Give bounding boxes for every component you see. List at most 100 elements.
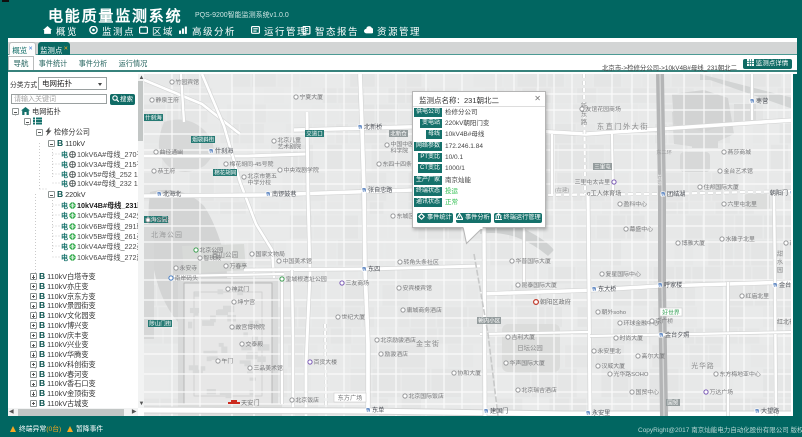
svg-text:静泉王府: 静泉王府	[156, 96, 180, 104]
svg-text:永安寺: 永安寺	[180, 264, 198, 272]
svg-text:园: 园	[777, 267, 783, 274]
svg-text:北京公园: 北京公园	[200, 246, 224, 254]
svg-text:友谊花园商场: 友谊花园商场	[586, 105, 621, 113]
svg-text:北海北: 北海北	[163, 190, 181, 198]
svg-text:北新仓: 北新仓	[390, 130, 407, 138]
svg-text:东单: 东单	[372, 406, 384, 414]
svg-text:金台路: 金台路	[779, 281, 791, 289]
svg-text:华声国际大厦: 华声国际大厦	[510, 359, 545, 367]
svg-text:B: B	[362, 267, 365, 272]
svg-text:B: B	[366, 408, 369, 413]
svg-text:东方广场: 东方广场	[338, 394, 363, 402]
svg-text:红庙北里: 红庙北里	[746, 292, 770, 300]
svg-text:金台艺术馆: 金台艺术馆	[724, 167, 754, 175]
svg-text:北新桥: 北新桥	[364, 123, 382, 131]
svg-text:B: B	[773, 283, 776, 288]
svg-text:朝阳门: 朝阳门	[770, 189, 788, 197]
svg-text:住邦国际大厦: 住邦国际大厦	[704, 183, 739, 191]
svg-text:交泰殿: 交泰殿	[246, 340, 264, 348]
svg-text:光华路: 光华路	[691, 361, 714, 370]
svg-text:中国美术馆: 中国美术馆	[283, 257, 313, 265]
svg-text:万春亭: 万春亭	[230, 262, 248, 270]
svg-text:B: B	[484, 409, 487, 414]
svg-text:国贸: 国贸	[667, 399, 679, 407]
svg-text:科学院: 科学院	[391, 147, 409, 155]
svg-text:棉花胡同: 棉花胡同	[214, 169, 237, 177]
svg-text:竹园宾馆: 竹园宾馆	[176, 78, 200, 86]
svg-text:B: B	[790, 191, 791, 196]
svg-text:东大桥: 东大桥	[598, 285, 616, 293]
svg-text:东二环: 东二环	[656, 148, 672, 156]
svg-text:B: B	[362, 188, 365, 193]
svg-text:红北社: 红北社	[777, 318, 791, 326]
svg-text:朝内小区: 朝内小区	[478, 317, 501, 325]
svg-text:北京儿童: 北京儿童	[278, 136, 302, 144]
svg-text:呼家楼: 呼家楼	[664, 281, 682, 289]
svg-text:好世界: 好世界	[662, 309, 680, 317]
svg-text:B: B	[157, 192, 160, 197]
svg-text:国家文物局: 国家文物局	[256, 250, 286, 258]
svg-text:水碓子北里: 水碓子北里	[726, 235, 756, 243]
svg-text:艺术剧院: 艺术剧院	[278, 143, 302, 151]
svg-text:皇城根遗址公园: 皇城根遗址公园	[286, 275, 327, 283]
svg-text:什刹海: 什刹海	[145, 114, 162, 122]
svg-text:转角头条社区: 转角头条社区	[404, 258, 439, 266]
svg-text:陟山门街: 陟山门街	[149, 320, 172, 328]
svg-text:百货大楼: 百货大楼	[314, 358, 338, 366]
svg-text:甜: 甜	[777, 250, 783, 258]
svg-text:金台夕照: 金台夕照	[665, 331, 689, 339]
svg-text:甜水西园: 甜水西园	[790, 239, 792, 247]
svg-text:燕莎商城: 燕莎商城	[728, 148, 752, 156]
svg-text:高尔大厦: 高尔大厦	[642, 352, 666, 360]
svg-text:三品美术馆: 三品美术馆	[254, 364, 284, 372]
svg-text:B: B	[750, 99, 753, 104]
svg-text:B: B	[209, 149, 212, 154]
svg-text:B: B	[266, 192, 269, 197]
svg-text:o工人体育场: o工人体育场	[587, 190, 621, 198]
svg-text:水: 水	[777, 258, 784, 266]
svg-text:B: B	[658, 283, 661, 288]
svg-text:国贸中心: 国贸中心	[636, 388, 660, 396]
svg-text:东方梅地亚中心: 东方梅地亚中心	[720, 370, 761, 378]
svg-text:六里屯北里: 六里屯北里	[728, 200, 758, 208]
svg-text:复星国际中心: 复星国际中心	[606, 270, 641, 278]
svg-text:汉威大厦: 汉威大厦	[602, 362, 626, 370]
svg-text:盈科中心: 盈科中心	[624, 200, 648, 208]
svg-text:建国门: 建国门	[490, 407, 508, 415]
svg-text:午门: 午门	[222, 357, 234, 365]
svg-text:东直门外大街: 东直门外大街	[597, 122, 649, 131]
svg-text:北京瑞吉酒店: 北京瑞吉酒店	[522, 386, 557, 394]
svg-text:博雅大厦: 博雅大厦	[682, 239, 706, 247]
svg-text:什刹海: 什刹海	[215, 147, 233, 155]
svg-text:北京励骏酒店: 北京励骏酒店	[381, 336, 416, 344]
svg-text:B: B	[358, 125, 361, 130]
svg-text:安宾楼宾馆: 安宾楼宾馆	[403, 284, 433, 292]
svg-text:交道口: 交道口	[306, 130, 323, 138]
svg-text:坤宁宫: 坤宁宫	[238, 298, 256, 306]
svg-text:中学分校: 中学分校	[248, 179, 272, 187]
svg-text:1号线: 1号线	[656, 174, 663, 186]
svg-text:朝阳区政府: 朝阳区政府	[540, 298, 571, 306]
svg-text:三里屯: 三里屯	[594, 163, 611, 171]
svg-text:南岸码头: 南岸码头	[175, 274, 199, 282]
svg-text:吉利大厦: 吉利大厦	[512, 333, 536, 341]
svg-text:神武门: 神武门	[232, 285, 250, 293]
svg-text:智珠殿: 智珠殿	[204, 254, 222, 262]
svg-text:B: B	[661, 192, 664, 197]
svg-text:光华路SOHO: 光华路SOHO	[614, 370, 649, 378]
svg-text:枣营: 枣营	[756, 97, 768, 105]
svg-text:北京市第五: 北京市第五	[248, 172, 278, 180]
svg-text:(在建): (在建)	[555, 186, 570, 194]
svg-text:朝外soho: 朝外soho	[602, 308, 627, 316]
svg-text:故宫博物院: 故宫博物院	[236, 323, 266, 331]
svg-text:中央戏剧学院: 中央戏剧学院	[284, 166, 319, 174]
svg-text:东四: 东四	[368, 265, 380, 273]
svg-text:北京饭店: 北京饭店	[296, 396, 320, 404]
svg-text:万达广场: 万达广场	[710, 388, 734, 396]
svg-text:金宝街: 金宝街	[416, 339, 440, 348]
svg-text:B: B	[659, 333, 662, 338]
svg-text:庸城商务酒店: 庸城商务酒店	[407, 306, 442, 314]
svg-text:世纪大厦: 世纪大厦	[342, 313, 366, 321]
svg-text:日坛公园: 日坛公园	[517, 343, 543, 352]
svg-text:恭王府: 恭王府	[158, 167, 176, 175]
